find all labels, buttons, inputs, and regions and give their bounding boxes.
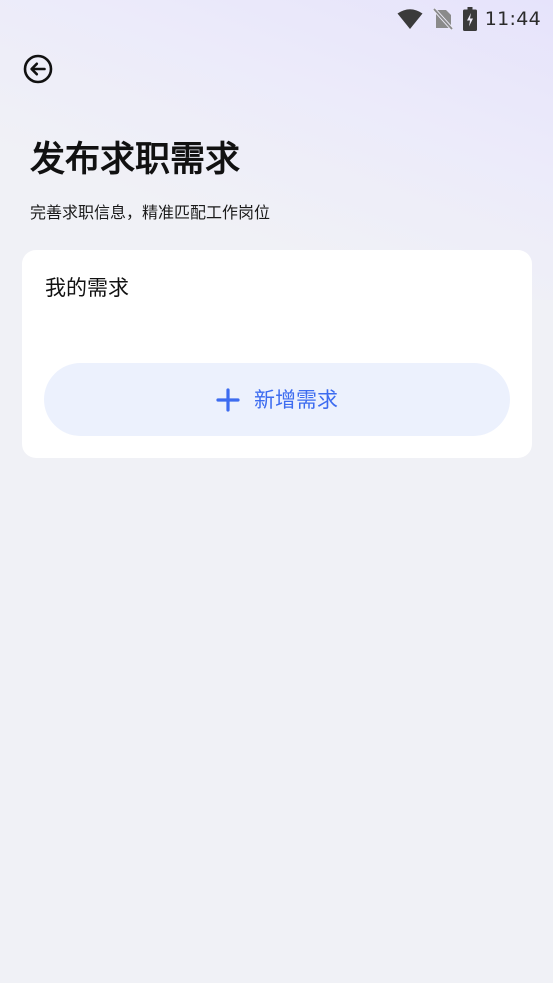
back-button[interactable] <box>22 54 54 88</box>
my-demand-card: 我的需求 新增需求 <box>22 250 532 458</box>
status-time: 11:44 <box>484 8 541 30</box>
battery-charging-icon <box>462 7 477 31</box>
status-icons: 11:44 <box>397 6 541 32</box>
back-arrow-circle-icon <box>23 54 53 88</box>
status-bar: 11:44 <box>0 0 553 38</box>
page-subtitle: 完善求职信息，精准匹配工作岗位 <box>30 203 271 222</box>
plus-icon <box>216 387 240 412</box>
add-demand-label: 新增需求 <box>254 387 338 412</box>
page-title: 发布求职需求 <box>30 140 241 180</box>
card-title: 我的需求 <box>45 276 129 300</box>
no-sim-icon <box>432 8 453 30</box>
wifi-icon <box>397 8 423 30</box>
add-demand-button[interactable]: 新增需求 <box>44 363 510 436</box>
